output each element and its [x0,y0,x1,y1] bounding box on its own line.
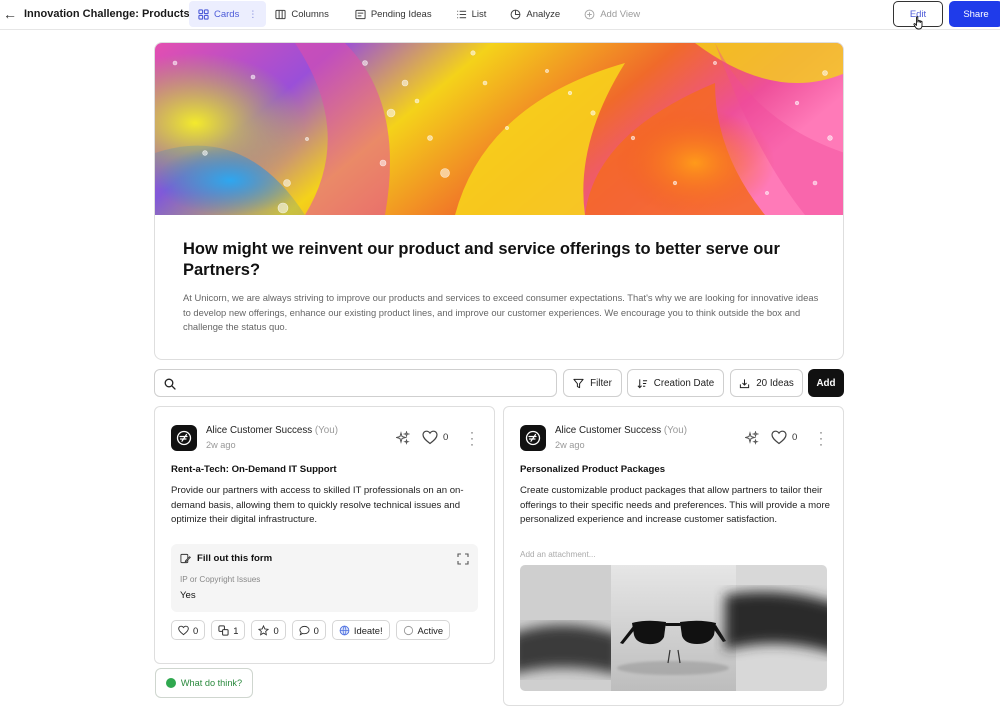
like-chip[interactable]: 0 [171,620,206,640]
tab-list-label: List [471,8,487,20]
you-tag: (You) [663,425,687,436]
tab-columns-label: Columns [291,8,329,20]
more-options-icon[interactable]: · · · [817,426,825,450]
tab-cards-label: Cards [214,8,240,20]
like-count: 0 [792,432,798,443]
filter-button[interactable]: Filter [563,369,622,397]
you-tag: (You) [314,425,338,436]
tab-options-icon[interactable]: ⋮ [248,9,257,20]
tab-analyze[interactable]: Analyze [501,1,569,27]
post-time: 2w ago [206,440,236,450]
add-attachment-link[interactable]: Add an attachment... [520,550,596,559]
idea-card[interactable]: Alice Customer Success (You) 2w ago 0 · ·… [503,406,844,706]
status-circle-icon [403,625,413,635]
challenge-question: How might we reinvent our product and se… [183,240,780,279]
avatar[interactable] [171,425,197,451]
form-heading-label: Fill out this form [197,553,273,564]
top-bar: ← Innovation Challenge: Products... Card… [0,0,1000,30]
search-icon [164,378,176,390]
globe-icon [339,625,350,635]
chat-bubble-icon [165,678,176,688]
challenge-card: How might we reinvent our product and se… [154,42,844,360]
filter-icon [573,378,584,388]
build-chip[interactable]: 1 [211,620,246,640]
star-chip-count: 0 [273,624,279,636]
author-label: Alice Customer Success [555,425,662,436]
back-arrow-icon[interactable]: ← [2,6,18,22]
tab-cards[interactable]: Cards ⋮ [189,1,267,27]
pending-ideas-icon [355,9,366,19]
list-icon [456,10,466,18]
ideas-count-label: 20 Ideas [756,377,794,389]
build-chip-count: 1 [233,624,239,636]
brand-logo-icon [176,430,192,446]
tab-columns[interactable]: Columns [266,1,338,27]
hand-cursor-icon [913,16,923,30]
search-box[interactable] [154,369,557,397]
ideate-chip-label: Ideate! [353,624,383,636]
sort-button[interactable]: Creation Date [627,369,724,397]
form-heading: Fill out this form [180,553,272,564]
author-name[interactable]: Alice Customer Success (You) [555,425,687,436]
board-title[interactable]: Innovation Challenge: Products... [24,8,199,20]
ideas-count-button[interactable]: 20 Ideas [730,369,803,397]
feedback-label: What do think? [180,678,243,688]
challenge-description: At Unicorn, we are always striving to im… [183,292,819,332]
ideate-chip[interactable]: Ideate! [331,620,390,640]
idea-body: Create customizable product packages tha… [520,485,831,525]
analyze-icon [510,9,521,19]
ideas-toolbar: Filter Creation Date 20 Ideas Add [154,369,844,397]
author-label: Alice Customer Success [206,425,313,436]
challenge-cover-image [155,43,843,215]
tab-list[interactable]: List [447,1,496,27]
like-chip-count: 0 [193,624,199,636]
ai-sparkle-icon[interactable] [396,431,410,445]
heart-icon[interactable] [771,430,787,445]
star-icon [258,624,270,636]
tab-pending-ideas[interactable]: Pending Ideas [346,1,441,27]
add-idea-button[interactable]: Add [808,369,844,397]
add-view-label: Add View [600,8,641,20]
ai-sparkle-icon[interactable] [745,431,759,445]
idea-body: Provide our partners with access to skil… [171,485,464,525]
view-tabs: Cards ⋮ Columns Pending Ideas List Analy… [189,1,649,27]
form-field-label: IP or Copyright Issues [180,575,261,584]
sunglasses-image[interactable] [520,565,827,691]
idea-title[interactable]: Rent-a-Tech: On-Demand IT Support [171,464,337,475]
plus-circle-icon [584,9,595,19]
filter-label: Filter [590,377,612,389]
comment-icon [299,625,310,636]
expand-icon[interactable] [457,553,469,565]
form-field-value: Yes [180,590,196,601]
idea-title[interactable]: Personalized Product Packages [520,464,665,475]
comment-chip[interactable]: 0 [291,620,326,640]
idea-actions: 0 1 0 0 Ideate! Active [171,620,451,640]
post-time: 2w ago [555,440,585,450]
tab-analyze-label: Analyze [526,8,561,20]
sort-icon [637,378,647,388]
avatar[interactable] [520,425,546,451]
form-panel[interactable]: Fill out this form IP or Copyright Issue… [171,544,478,612]
heart-icon [178,625,189,635]
more-options-icon[interactable]: · · · [468,426,476,450]
brand-logo-icon [525,430,541,446]
search-input[interactable] [183,374,543,392]
heart-icon[interactable] [422,430,438,445]
share-button[interactable]: Share [949,1,1000,27]
tab-pending-ideas-label: Pending Ideas [370,8,432,20]
idea-card[interactable]: Alice Customer Success (You) 2w ago 0 · ·… [154,406,495,664]
download-icon [740,378,750,388]
status-badge-label: Active [417,624,444,636]
comment-chip-count: 0 [313,624,319,636]
columns-icon [275,9,286,19]
author-name[interactable]: Alice Customer Success (You) [206,425,338,436]
sort-label: Creation Date [653,377,715,389]
cards-icon [198,8,209,20]
add-view-button[interactable]: Add View [575,1,649,27]
form-edit-icon [180,553,191,564]
build-icon [218,624,229,636]
like-count: 0 [443,432,449,443]
status-badge[interactable]: Active [395,620,451,640]
star-chip[interactable]: 0 [251,620,286,640]
